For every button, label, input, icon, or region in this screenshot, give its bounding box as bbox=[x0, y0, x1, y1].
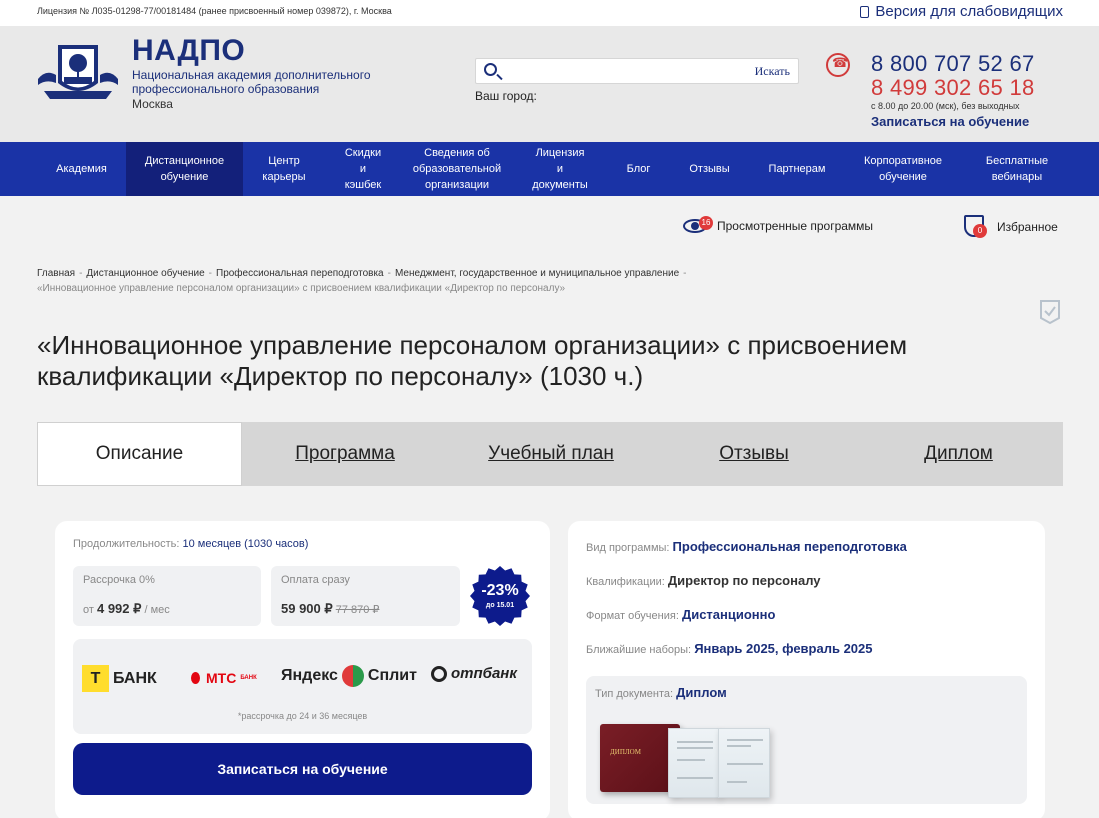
search-button[interactable]: Искать bbox=[755, 64, 790, 79]
favorites-link[interactable]: 0 Избранное bbox=[963, 214, 1058, 240]
bookmark-icon: 0 bbox=[963, 214, 987, 240]
document-box: Тип документа: Диплом ДИПЛОМ bbox=[586, 676, 1027, 804]
search-bar: Искать bbox=[475, 58, 799, 84]
search-input[interactable] bbox=[506, 61, 726, 81]
phone-secondary[interactable]: 8 499 302 65 18 bbox=[871, 76, 1035, 100]
program-details-card: Вид программы: Профессиональная переподг… bbox=[568, 521, 1045, 818]
viewed-count-badge: 16 bbox=[699, 216, 713, 230]
installment-box[interactable]: Рассрочка 0% от 4 992 ₽ / мес bbox=[73, 566, 261, 626]
enroll-button[interactable]: Записаться на обучение bbox=[73, 743, 532, 795]
discount-until: до 15.01 bbox=[485, 602, 515, 609]
glasses-icon bbox=[860, 5, 870, 18]
tab-description[interactable]: Описание bbox=[37, 422, 242, 486]
full-payment-label: Оплата сразу bbox=[281, 574, 350, 586]
nav-item-distance-learning[interactable]: Дистанционное обучение bbox=[126, 142, 243, 196]
discount-value: -23% bbox=[481, 582, 519, 599]
phone-icon bbox=[826, 53, 850, 77]
nav-item-partners[interactable]: Партнерам bbox=[749, 142, 845, 196]
favorites-label: Избранное bbox=[997, 220, 1058, 234]
nav-item-career-center[interactable]: Центр карьеры bbox=[243, 142, 325, 196]
mts-bank-logo: МТС БАНК bbox=[191, 670, 257, 686]
phone-primary[interactable]: 8 800 707 52 67 bbox=[871, 52, 1035, 76]
full-payment-price: 59 900 ₽ 77 870 ₽ bbox=[281, 601, 380, 616]
discount-badge: -23% до 15.01 bbox=[469, 565, 531, 627]
nav-item-corporate[interactable]: Корпоративное обучение bbox=[845, 142, 961, 196]
breadcrumb-home[interactable]: Главная bbox=[37, 268, 75, 279]
diploma-sheet-image bbox=[668, 728, 720, 798]
eye-icon: 16 bbox=[683, 216, 713, 236]
search-icon bbox=[484, 63, 497, 76]
nav-item-org-info[interactable]: Сведения об образовательной организации bbox=[401, 142, 513, 196]
page-title: «Инновационное управление персоналом орг… bbox=[37, 330, 908, 391]
contact-block: 8 800 707 52 67 8 499 302 65 18 с 8.00 д… bbox=[871, 52, 1035, 131]
city-selector[interactable]: Ваш город: bbox=[475, 89, 537, 103]
site-header: НАДПО Национальная академия дополнительн… bbox=[0, 26, 1099, 142]
working-hours: с 8.00 до 20.00 (мск), без выходных bbox=[871, 101, 1020, 111]
tab-program[interactable]: Программа bbox=[242, 422, 448, 486]
program-tabs: Описание Программа Учебный план Отзывы Д… bbox=[37, 422, 1063, 486]
diploma-insert-image bbox=[718, 728, 770, 798]
duration: Продолжительность: 10 месяцев (1030 часо… bbox=[73, 538, 309, 550]
nav-item-discounts[interactable]: Скидки и кэшбек bbox=[325, 142, 401, 196]
nav-item-academy[interactable]: Академия bbox=[37, 142, 126, 196]
brand-title: НАДПО bbox=[132, 34, 246, 67]
brand-city: Москва bbox=[132, 97, 173, 111]
favorite-toggle-icon[interactable] bbox=[1039, 299, 1061, 325]
full-payment-box[interactable]: Оплата сразу 59 900 ₽ 77 870 ₽ bbox=[271, 566, 460, 626]
favorites-count-badge: 0 bbox=[973, 224, 987, 238]
nav-item-license[interactable]: Лицензия и документы bbox=[513, 142, 607, 196]
installment-banks: Т БАНК МТС БАНК Яндекс Сплит отпбанк *расср… bbox=[73, 639, 532, 734]
tab-curriculum[interactable]: Учебный план bbox=[448, 422, 654, 486]
installment-price: от 4 992 ₽ / мес bbox=[83, 601, 170, 616]
format-row: Формат обучения: Дистанционно bbox=[586, 607, 776, 622]
nav-item-reviews[interactable]: Отзывы bbox=[670, 142, 749, 196]
doc-type-row: Тип документа: Диплом bbox=[595, 685, 727, 700]
tab-reviews[interactable]: Отзывы bbox=[654, 422, 854, 486]
installment-label: Рассрочка 0% bbox=[83, 574, 155, 586]
breadcrumb-retraining[interactable]: Профессиональная переподготовка bbox=[216, 268, 384, 279]
breadcrumb-distance[interactable]: Дистанционное обучение bbox=[86, 268, 204, 279]
main-nav: Академия Дистанционное обучение Центр ка… bbox=[0, 142, 1099, 196]
top-strip: Лицензия № Л035-01298-77/00181484 (ранее… bbox=[0, 0, 1099, 26]
viewed-programs-label: Просмотренные программы bbox=[717, 219, 874, 233]
program-type-row: Вид программы: Профессиональная переподг… bbox=[586, 539, 907, 554]
yandex-split-logo: Яндекс Сплит bbox=[281, 665, 417, 687]
header-enroll-link[interactable]: Записаться на обучение bbox=[871, 113, 1035, 131]
breadcrumb: Главная - Дистанционное обучение - Профессио… bbox=[37, 266, 757, 296]
license-text: Лицензия № Л035-01298-77/00181484 (ранее… bbox=[37, 6, 392, 16]
tab-diploma[interactable]: Диплом bbox=[854, 422, 1063, 486]
installment-note: *рассрочка до 24 и 36 месяцев bbox=[237, 711, 368, 721]
otp-bank-logo: отпбанк bbox=[431, 665, 517, 682]
nav-item-webinars[interactable]: Бесплатные вебинары bbox=[961, 142, 1073, 196]
low-vision-link[interactable]: Версия для слабовидящих bbox=[860, 3, 1063, 20]
breadcrumb-current: «Инновационное управление персоналом орг… bbox=[37, 283, 566, 294]
tbank-logo: Т БАНК bbox=[82, 665, 157, 692]
intake-row: Ближайшие наборы: Январь 2025, февраль 2… bbox=[586, 641, 873, 656]
pricing-card: Продолжительность: 10 месяцев (1030 часо… bbox=[55, 521, 550, 818]
qualification-row: Квалификации: Директор по персоналу bbox=[586, 573, 821, 588]
brand-block[interactable]: НАДПО Национальная академия дополнительн… bbox=[132, 34, 382, 112]
brand-subtitle: Национальная академия дополнительного пр… bbox=[132, 68, 371, 96]
viewed-programs-link[interactable]: 16 Просмотренные программы bbox=[683, 216, 873, 236]
academy-emblem-icon[interactable] bbox=[36, 39, 120, 103]
breadcrumb-management[interactable]: Менеджмент, государственное и муниципаль… bbox=[395, 268, 679, 279]
low-vision-label: Версия для слабовидящих bbox=[875, 3, 1063, 20]
nav-item-blog[interactable]: Блог bbox=[607, 142, 670, 196]
